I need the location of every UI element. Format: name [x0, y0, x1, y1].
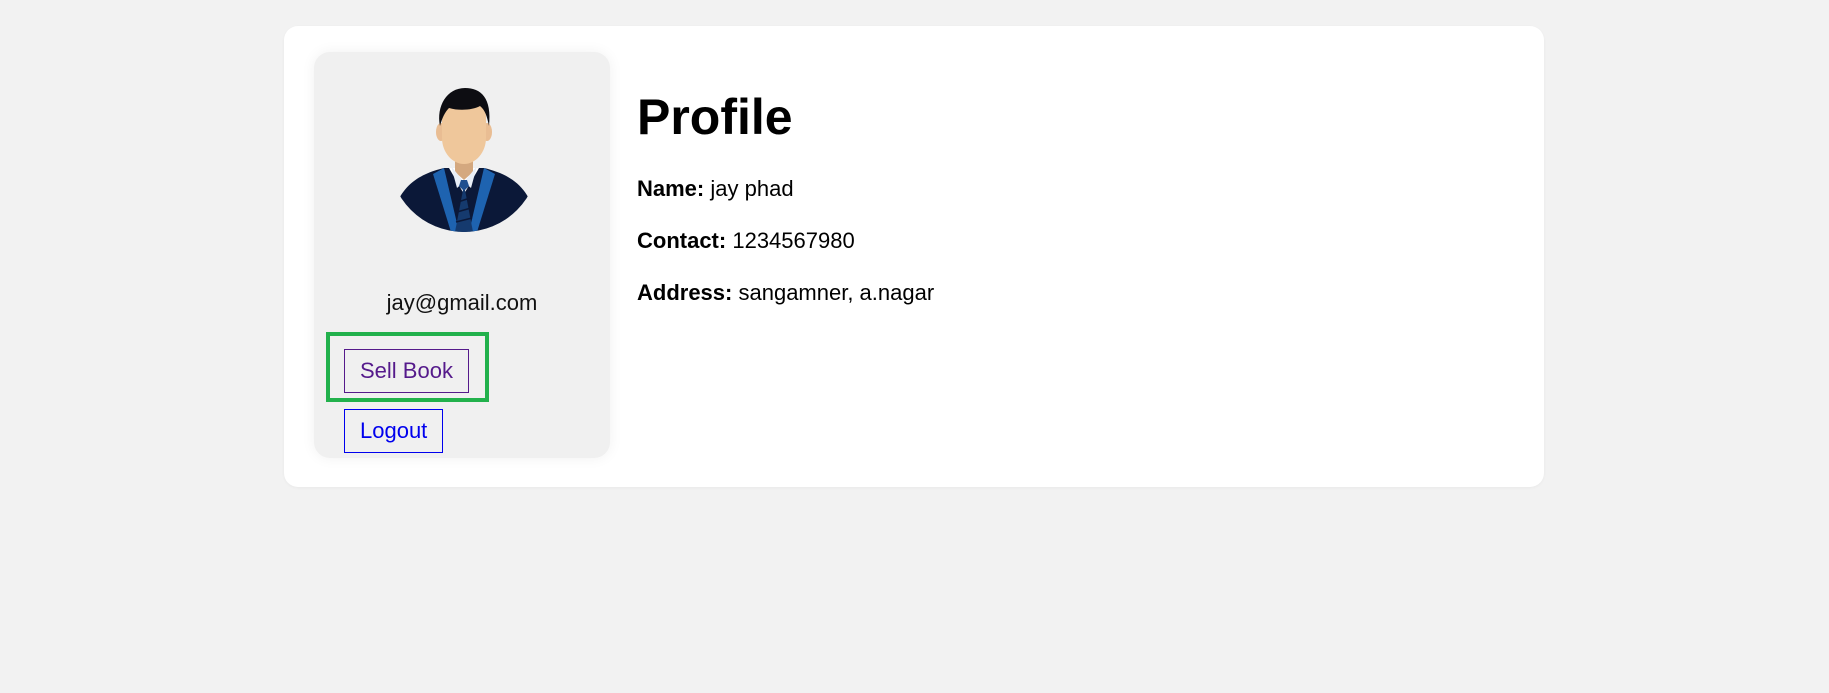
page-title: Profile: [637, 89, 793, 145]
address-value: sangamner, a.nagar: [738, 280, 935, 305]
profile-card: jay@gmail.com Sell Book Logout Profile N…: [284, 26, 1544, 487]
user-avatar-icon: [389, 82, 539, 232]
contact-label: Contact:: [637, 228, 727, 253]
logout-button[interactable]: Logout: [344, 409, 444, 453]
address-label: Address:: [637, 280, 733, 305]
name-value: jay phad: [710, 176, 794, 201]
contact-field: Contact: 1234567980: [637, 228, 855, 254]
address-field: Address: sangamner, a.nagar: [637, 280, 934, 306]
name-field: Name: jay phad: [637, 176, 794, 202]
sell-book-button[interactable]: Sell Book: [344, 349, 469, 393]
contact-value: 1234567980: [732, 228, 855, 253]
user-email: jay@gmail.com: [386, 290, 538, 315]
avatar: [389, 82, 539, 232]
name-label: Name:: [637, 176, 705, 201]
profile-sidebar: jay@gmail.com Sell Book Logout: [314, 52, 610, 458]
